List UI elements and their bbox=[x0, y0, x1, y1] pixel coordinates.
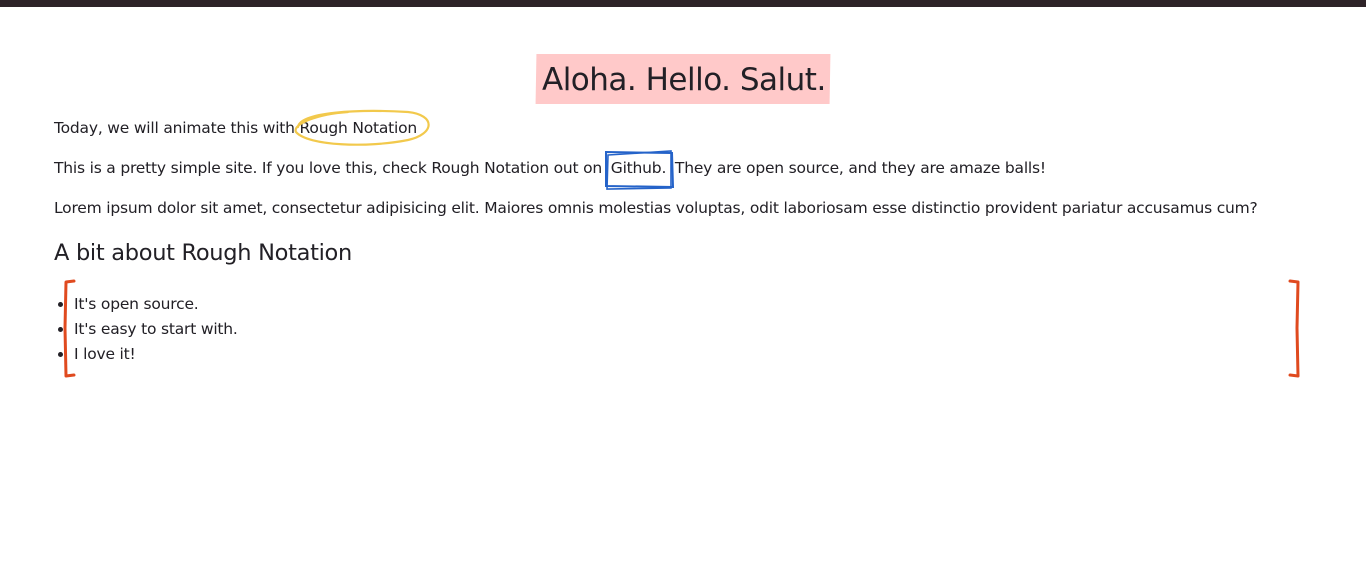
list-item: It's easy to start with. bbox=[74, 317, 1304, 342]
lorem-paragraph: Lorem ipsum dolor sit amet, consectetur … bbox=[54, 199, 1258, 217]
intro-text: Today, we will animate this with bbox=[54, 119, 295, 137]
list-item: It's open source. bbox=[74, 292, 1304, 317]
github-link-text[interactable]: Github. bbox=[611, 159, 667, 177]
github-link[interactable]: Github. bbox=[604, 150, 674, 190]
left-bracket-annotation bbox=[63, 279, 76, 378]
title-wrap: Aloha. Hello. Salut. bbox=[54, 54, 1312, 104]
description-text-start: This is a pretty simple site. If you lov… bbox=[54, 159, 603, 177]
right-bracket-annotation bbox=[1288, 279, 1300, 378]
section-heading: A bit about Rough Notation bbox=[54, 240, 352, 266]
page-title: Aloha. Hello. Salut. bbox=[535, 54, 831, 104]
description-text-end: They are open source, and they are amaze… bbox=[674, 159, 1046, 177]
intro-paragraph: Today, we will animate this with Rough N… bbox=[54, 109, 430, 146]
circled-highlight-text: Rough Notation bbox=[299, 119, 418, 137]
top-bar bbox=[0, 0, 1366, 7]
description-paragraph: This is a pretty simple site. If you lov… bbox=[54, 150, 1046, 190]
page-title-text: Aloha. Hello. Salut. bbox=[542, 62, 826, 98]
circled-highlight: Rough Notation bbox=[294, 109, 430, 146]
list-item: I love it! bbox=[74, 342, 1304, 367]
feature-list: It's open source. It's easy to start wit… bbox=[54, 292, 1304, 367]
